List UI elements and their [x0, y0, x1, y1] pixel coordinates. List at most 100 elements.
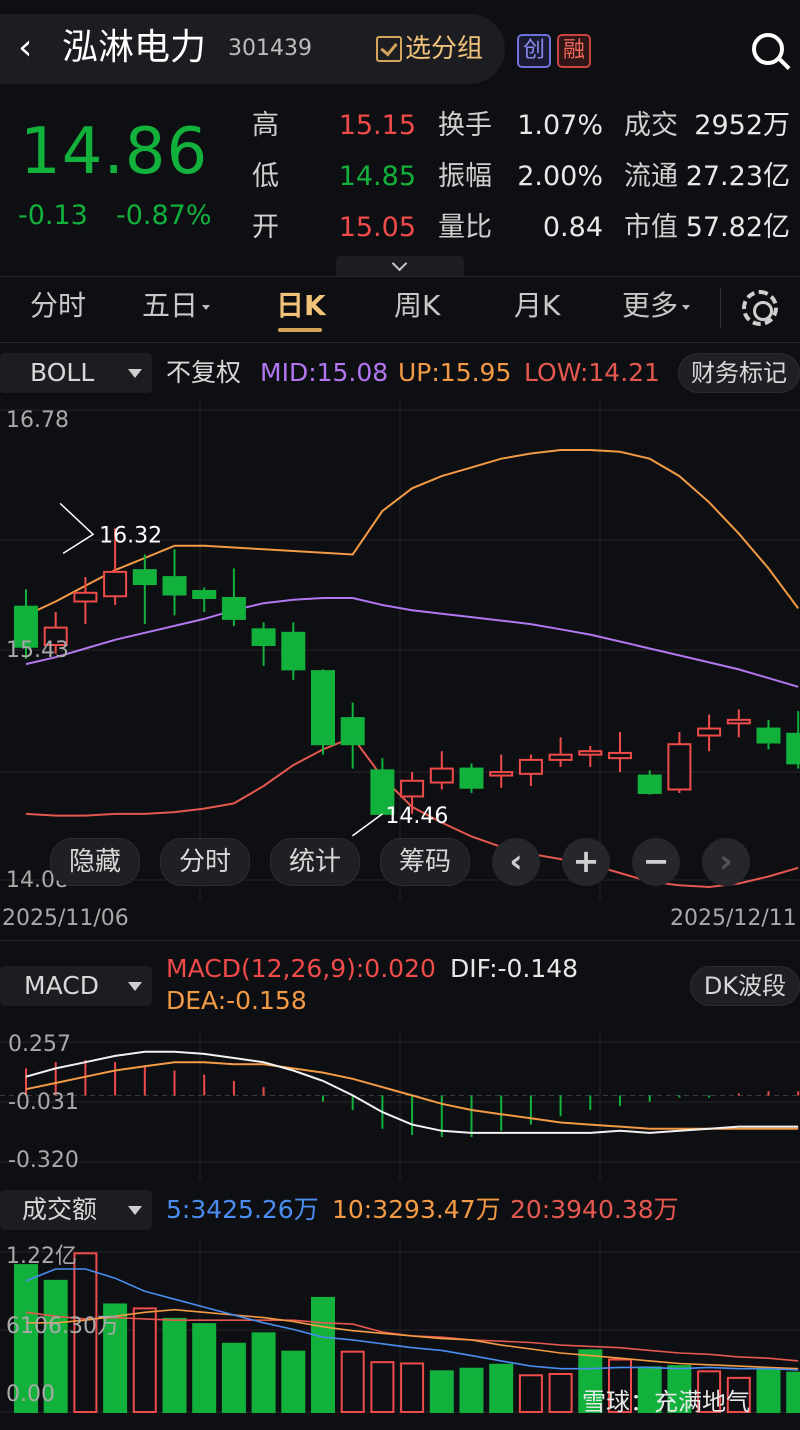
quote-value-open: 15.05 [338, 212, 416, 243]
quote-label-float-cap: 流通 [624, 161, 678, 192]
quote-value-market-cap: 57.82亿 [685, 212, 790, 243]
boll-mid: MID:15.08 [260, 358, 389, 387]
dk-band-button[interactable]: DK波段 [690, 966, 800, 1006]
volume-bar [370, 1361, 395, 1413]
volume-bar [340, 1350, 365, 1414]
quote-label-high: 高 [252, 110, 279, 141]
volume-bar [518, 1374, 543, 1413]
volume-bar [786, 1371, 800, 1413]
divider [0, 276, 800, 277]
y-axis-top-label: 16.78 [6, 408, 69, 433]
candle-body [192, 590, 217, 599]
candle-body [132, 569, 157, 586]
tab-day-k[interactable]: 日K [276, 284, 326, 328]
watermark: 雪球：充满地气 [582, 1388, 750, 1416]
candle-body [429, 767, 454, 784]
margin-badge: 融 [557, 34, 591, 68]
hide-button[interactable]: 隐藏 [50, 838, 140, 886]
adjust-mode[interactable]: 不复权 [166, 357, 241, 389]
volume-y-mid-label: 6106.30万 [6, 1314, 119, 1339]
volume-bar [756, 1367, 781, 1414]
quote-value-volume-ratio: 0.84 [542, 212, 603, 243]
candle-body [637, 774, 662, 794]
boll-mid-line [25, 597, 799, 688]
macd-value: MACD(12,26,9):0.020 [166, 954, 436, 983]
stock-code: 301439 [228, 36, 312, 61]
stock-name: 泓淋电力 [62, 27, 207, 68]
chips-button[interactable]: 筹码 [380, 838, 470, 886]
volume-bar [548, 1372, 573, 1413]
divider [0, 342, 800, 343]
checkbox-edit-icon[interactable] [376, 36, 402, 62]
tab-month-k[interactable]: 月K [514, 284, 560, 328]
divider [720, 288, 721, 328]
candle-body [103, 570, 128, 598]
chevron-left-icon[interactable]: ‹ [492, 838, 540, 886]
candle-body [786, 732, 800, 765]
candle-body [73, 591, 98, 603]
macd-chart [0, 1030, 800, 1180]
active-tab-indicator [278, 328, 322, 332]
tab-week-k[interactable]: 周K [394, 284, 440, 328]
divider [0, 940, 800, 941]
macd-dif: DIF:-0.148 [450, 954, 579, 983]
stats-button[interactable]: 统计 [270, 838, 360, 886]
quote-label-turnover: 换手 [438, 110, 492, 141]
tab-more-label: 更多 [622, 289, 679, 322]
candle-body [756, 727, 781, 744]
timeshare-button[interactable]: 分时 [160, 838, 250, 886]
volume-y-bottom-label: 0.00 [6, 1382, 55, 1407]
chevron-right-icon[interactable]: › [702, 838, 750, 886]
back-icon[interactable]: ‹ [18, 28, 46, 68]
date-end-label: 2025/12/11 [670, 906, 797, 931]
quote-value-low: 14.85 [338, 161, 416, 192]
candle-body [518, 758, 543, 775]
volume-bar [192, 1323, 217, 1413]
low-marker-line [351, 813, 383, 837]
candle-body [489, 771, 514, 777]
quote-label-amplitude: 振幅 [438, 161, 492, 192]
high-marker-line [59, 502, 95, 555]
dropdown-icon [128, 369, 142, 378]
indicator-label: MACD [24, 971, 99, 1000]
dropdown-icon [682, 304, 691, 310]
candle-body [221, 597, 246, 620]
quote-label-open: 开 [252, 212, 279, 243]
last-price: 14.86 [20, 115, 209, 189]
financial-mark-button[interactable]: 财务标记 [678, 353, 800, 393]
candle-body [251, 628, 276, 646]
candlestick-chart[interactable]: 16.32 14.46 [0, 400, 800, 900]
stock-detail-screen: { "header":{"back_glyph":"‹","stock_name… [0, 0, 800, 1430]
candle-body [578, 750, 603, 756]
candle-body [311, 670, 335, 746]
tab-five-day[interactable]: 五日 [142, 284, 211, 328]
indicator-label: 成交额 [22, 1195, 98, 1224]
quote-value-high: 15.15 [338, 110, 416, 141]
zoom-out-icon[interactable]: − [632, 838, 680, 886]
dropdown-icon [128, 1206, 142, 1215]
tab-timeshare[interactable]: 分时 [30, 284, 86, 328]
volume-bar [400, 1362, 425, 1413]
volume-bar [459, 1367, 484, 1414]
volume-y-top-label: 1.22亿 [6, 1244, 77, 1269]
volume-bar [429, 1370, 454, 1414]
volume-bar [489, 1363, 514, 1414]
volume-ma10: 10:3293.47万 [332, 1195, 501, 1224]
quote-label-low: 低 [252, 161, 279, 192]
candle-body [281, 631, 306, 671]
candle-body [667, 743, 692, 791]
zoom-in-icon[interactable]: + [562, 838, 610, 886]
volume-ma5: 5:3425.26万 [166, 1195, 319, 1224]
boll-up: UP:15.95 [398, 358, 512, 387]
price-change: -0.13 [18, 200, 88, 231]
tab-more[interactable]: 更多 [622, 284, 691, 328]
search-icon[interactable] [752, 33, 784, 65]
expand-quote-chevron-icon[interactable] [336, 256, 464, 276]
gear-icon[interactable] [742, 290, 778, 326]
select-group-button[interactable]: 选分组 [405, 32, 483, 66]
candle-body [548, 753, 573, 761]
quote-label-amount: 成交 [624, 110, 678, 141]
candle-body [400, 779, 425, 798]
volume-ma20: 20:3940.38万 [510, 1195, 679, 1224]
low-price-label: 14.46 [385, 804, 448, 829]
